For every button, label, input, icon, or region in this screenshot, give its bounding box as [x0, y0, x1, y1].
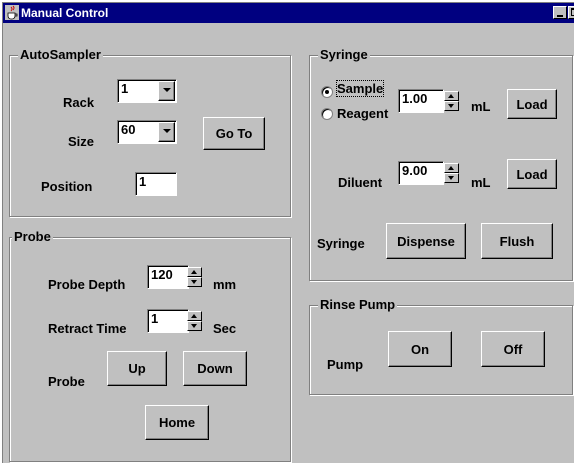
- syringe-load-label: Load: [516, 96, 548, 112]
- arrow-down-icon: [191, 324, 197, 328]
- retract-time-input[interactable]: 1: [147, 309, 189, 333]
- probe-depth-down-button[interactable]: [187, 277, 202, 287]
- window-title: Manual Control: [21, 6, 109, 20]
- syringe-volume-down-button[interactable]: [444, 101, 459, 111]
- retract-time-down-button[interactable]: [187, 321, 202, 331]
- syringe-volume-value: 1.00: [402, 91, 428, 106]
- go-to-label: Go To: [215, 126, 253, 141]
- autosampler-legend: AutoSampler: [18, 47, 103, 62]
- probe-up-label: Up: [128, 361, 146, 376]
- retract-time-spinner[interactable]: [187, 311, 202, 331]
- dispense-button[interactable]: Dispense: [386, 223, 466, 259]
- probe-home-button[interactable]: Home: [145, 405, 209, 440]
- probe-up-button[interactable]: Up: [107, 351, 167, 386]
- pump-on-label: On: [410, 341, 430, 357]
- rack-label: Rack: [63, 95, 95, 110]
- syringe-volume-input[interactable]: 1.00: [398, 89, 444, 113]
- arrow-up-icon: [448, 94, 454, 98]
- reagent-radio-label[interactable]: Reagent: [337, 106, 388, 121]
- minimize-icon: [557, 15, 563, 17]
- minimize-button[interactable]: [553, 6, 567, 19]
- reagent-radio[interactable]: [321, 108, 333, 120]
- diluent-up-button[interactable]: [444, 163, 459, 173]
- pump-on-button[interactable]: On: [388, 331, 452, 367]
- probe-depth-unit: mm: [213, 277, 237, 292]
- probe-home-label: Home: [158, 415, 196, 430]
- pump-off-button[interactable]: Off: [481, 331, 545, 367]
- arrow-up-icon: [191, 314, 197, 318]
- dispense-label: Dispense: [397, 233, 455, 249]
- probe-legend: Probe: [12, 229, 53, 244]
- pump-label: Pump: [327, 357, 364, 372]
- retract-time-unit: Sec: [213, 321, 237, 336]
- diluent-label: Diluent: [338, 175, 383, 190]
- flush-label: Flush: [499, 233, 535, 249]
- probe-depth-label: Probe Depth: [48, 277, 126, 292]
- probe-down-button[interactable]: Down: [183, 351, 247, 386]
- syringe-action-label: Syringe: [317, 236, 365, 251]
- arrow-down-icon: [191, 280, 197, 284]
- position-label: Position: [41, 179, 93, 194]
- arrow-down-icon: [448, 104, 454, 108]
- diluent-load-button[interactable]: Load: [507, 159, 557, 189]
- rinse-pump-legend: Rinse Pump: [318, 297, 398, 312]
- size-dropdown-button[interactable]: [158, 122, 175, 142]
- probe-depth-spinner[interactable]: [187, 267, 202, 287]
- diluent-input[interactable]: 9.00: [398, 161, 444, 185]
- size-value: 60: [121, 122, 136, 137]
- probe-down-label: Down: [197, 361, 233, 376]
- syringe-volume-spinner[interactable]: [444, 91, 459, 111]
- diluent-down-button[interactable]: [444, 173, 459, 183]
- rack-dropdown-button[interactable]: [158, 81, 175, 101]
- probe-depth-value: 120: [151, 267, 173, 282]
- chevron-down-icon: [163, 88, 171, 92]
- position-value: 1: [139, 174, 147, 189]
- retract-time-label: Retract Time: [48, 321, 127, 336]
- rack-value: 1: [121, 81, 129, 96]
- diluent-unit: mL: [471, 175, 491, 190]
- title-bar[interactable]: Manual Control: [3, 3, 574, 23]
- diluent-value: 9.00: [402, 163, 428, 178]
- diluent-load-label: Load: [516, 166, 548, 182]
- probe-depth-up-button[interactable]: [187, 267, 202, 277]
- arrow-up-icon: [191, 270, 197, 274]
- probe-depth-input[interactable]: 120: [147, 265, 189, 289]
- syringe-legend: Syringe: [318, 47, 370, 62]
- sample-radio[interactable]: [321, 86, 333, 98]
- size-label: Size: [68, 134, 95, 149]
- flush-button[interactable]: Flush: [481, 223, 553, 259]
- syringe-load-button[interactable]: Load: [507, 89, 557, 119]
- syringe-volume-unit: mL: [471, 99, 491, 114]
- retract-time-value: 1: [151, 311, 159, 326]
- go-to-button[interactable]: Go To: [203, 117, 265, 150]
- chevron-down-icon: [163, 129, 171, 133]
- position-input[interactable]: 1: [135, 172, 177, 196]
- java-coffee-cup-icon: [5, 5, 19, 20]
- manual-control-window: Manual Control AutoSampler Rack 1 Size 6…: [2, 2, 574, 463]
- diluent-spinner[interactable]: [444, 163, 459, 183]
- sample-radio-label[interactable]: Sample: [335, 80, 385, 97]
- retract-time-up-button[interactable]: [187, 311, 202, 321]
- arrow-down-icon: [448, 176, 454, 180]
- maximize-button[interactable]: [568, 6, 574, 19]
- pump-off-label: Off: [503, 341, 523, 357]
- arrow-up-icon: [448, 166, 454, 170]
- syringe-volume-up-button[interactable]: [444, 91, 459, 101]
- probe-label: Probe: [48, 374, 85, 389]
- radio-selected-dot: [325, 90, 329, 94]
